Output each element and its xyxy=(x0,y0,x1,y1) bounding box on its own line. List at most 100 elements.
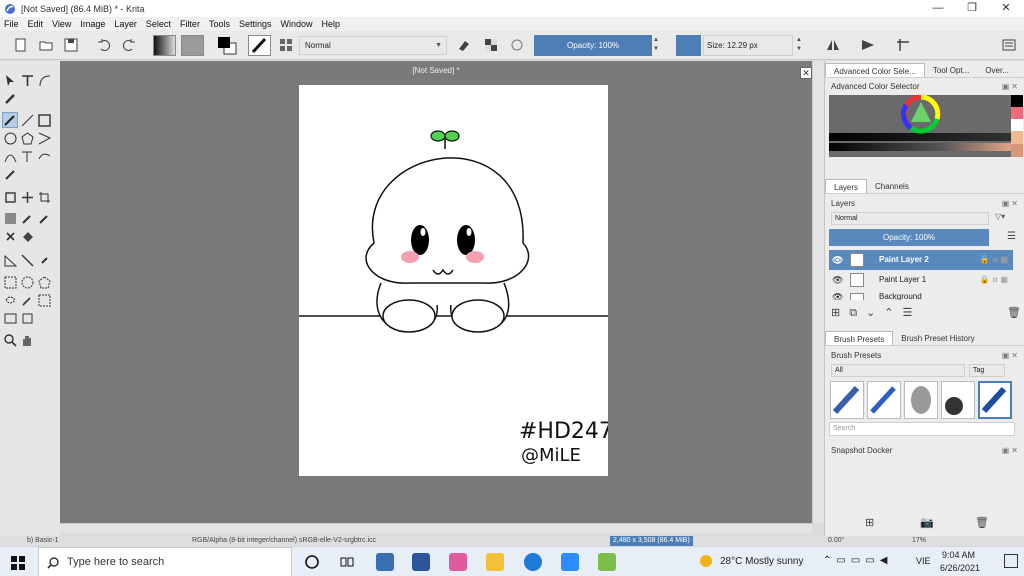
zalo-app-icon[interactable] xyxy=(524,553,542,571)
camera-app-icon[interactable] xyxy=(376,553,394,571)
minimize-icon[interactable]: — xyxy=(921,0,955,17)
layer-flags-icon[interactable]: 🔒α▦ xyxy=(980,270,1011,290)
measure-tool-icon[interactable] xyxy=(4,254,17,267)
menu-edit[interactable]: Edit xyxy=(28,19,44,29)
tab-advanced-color-selector[interactable]: Advanced Color Sele... xyxy=(825,63,925,77)
add-layer-icon[interactable]: ⊞ xyxy=(831,307,849,319)
krita-taskbar-icon[interactable] xyxy=(449,553,467,571)
brush-preset-icon[interactable] xyxy=(248,35,271,56)
file-explorer-icon[interactable] xyxy=(486,553,504,571)
eraser-icon[interactable] xyxy=(456,38,470,52)
polygon-select-icon[interactable] xyxy=(38,276,51,289)
visibility-eye-icon[interactable]: 👁 xyxy=(832,250,843,270)
size-slider[interactable]: Size: 12.29 px xyxy=(703,35,793,56)
gradient-tool-icon[interactable] xyxy=(4,212,17,225)
close-icon[interactable]: ✕ xyxy=(989,0,1023,17)
snapshot-float-close-icon[interactable]: ▣✕ xyxy=(1002,446,1020,455)
layer-opacity-slider[interactable]: Opacity: 100% xyxy=(829,229,989,246)
bezier-select-icon[interactable] xyxy=(4,312,17,325)
delete-layer-icon[interactable]: 🗑 xyxy=(1007,306,1021,319)
tab-layers[interactable]: Layers xyxy=(825,179,868,193)
transform-tool-icon[interactable] xyxy=(38,191,51,204)
select-shapes-icon[interactable] xyxy=(4,74,17,87)
cortana-icon[interactable] xyxy=(305,555,319,569)
tab-channels[interactable]: Channels xyxy=(867,179,917,193)
fill-tool-icon[interactable] xyxy=(4,230,17,243)
menu-image[interactable]: Image xyxy=(80,19,105,29)
polygon-tool-icon[interactable] xyxy=(21,132,34,145)
save-icon[interactable] xyxy=(64,38,78,52)
advanced-color-selector[interactable] xyxy=(829,94,1015,157)
tab-tool-options[interactable]: Tool Opt... xyxy=(925,63,977,77)
color-wheel[interactable] xyxy=(829,94,1015,157)
new-document-icon[interactable] xyxy=(14,38,28,52)
opacity-slider[interactable]: Opacity: 100% xyxy=(534,35,652,56)
bucket-fill-icon[interactable] xyxy=(21,230,34,243)
taskbar-search-input[interactable]: Type here to search xyxy=(38,547,292,576)
redo-icon[interactable] xyxy=(122,38,136,52)
move-tool-icon[interactable] xyxy=(21,191,34,204)
move-up-icon[interactable]: ⌃ xyxy=(884,307,902,319)
rect-select-icon[interactable] xyxy=(4,276,17,289)
zoom-app-icon[interactable] xyxy=(561,553,579,571)
freehand-path-icon[interactable] xyxy=(21,150,34,163)
freehand-brush-tool[interactable] xyxy=(2,112,18,128)
open-folder-icon[interactable] xyxy=(39,38,53,52)
document-tab-title[interactable]: [Not Saved] * xyxy=(60,66,812,75)
undo-icon[interactable] xyxy=(97,38,111,52)
blend-mode-select[interactable]: Normal ▼ xyxy=(299,36,447,55)
brush-preset-smudge[interactable] xyxy=(904,381,938,419)
brush-preset-ink[interactable] xyxy=(941,381,975,419)
vertical-scrollbar[interactable] xyxy=(812,61,824,523)
reload-preset-icon[interactable] xyxy=(510,38,524,52)
zoom-tool-icon[interactable] xyxy=(4,334,17,347)
ellipse-tool-icon[interactable] xyxy=(4,132,17,145)
paint-app-icon[interactable] xyxy=(598,553,616,571)
menu-select[interactable]: Select xyxy=(146,19,171,29)
mirror-horizontal-icon[interactable] xyxy=(826,38,840,52)
add-snapshot-icon[interactable]: ⊞ xyxy=(865,516,874,529)
clock-time[interactable]: 9:04 AM xyxy=(942,550,975,560)
layer-row[interactable]: 👁 Paint Layer 1 🔒α▦ xyxy=(829,270,1013,290)
brush-preset-basic[interactable] xyxy=(978,381,1012,419)
notification-icon[interactable] xyxy=(1004,554,1018,568)
language-indicator[interactable]: VIE xyxy=(916,556,931,566)
duplicate-layer-icon[interactable]: ⧉ xyxy=(849,307,866,319)
menu-settings[interactable]: Settings xyxy=(239,19,272,29)
alpha-lock-icon[interactable] xyxy=(484,38,498,52)
polyline-tool-icon[interactable] xyxy=(38,132,51,145)
hamburger-menu-icon[interactable] xyxy=(1002,38,1016,52)
pan-tool-icon[interactable] xyxy=(21,334,34,347)
layer-blend-select[interactable]: Normal xyxy=(831,212,989,225)
magic-wand-icon[interactable] xyxy=(21,294,34,307)
crop-tool-icon[interactable] xyxy=(4,191,17,204)
presets-filter-select[interactable]: All xyxy=(831,364,965,377)
text-tool-icon[interactable] xyxy=(21,74,34,87)
rectangle-tool-icon[interactable] xyxy=(38,114,51,127)
brush-preset-pencil[interactable] xyxy=(867,381,901,419)
docker-float-close-icon[interactable]: ▣✕ xyxy=(1002,82,1020,91)
opacity-spin-icon[interactable]: ▲ ▼ xyxy=(653,36,659,54)
camera-snapshot-icon[interactable]: 📷 xyxy=(920,516,934,529)
line-tool-icon[interactable] xyxy=(21,114,34,127)
pattern-picker[interactable] xyxy=(181,35,204,56)
assistant-tool-icon[interactable] xyxy=(21,254,34,267)
foreground-background-color-icon[interactable] xyxy=(217,36,237,55)
menu-filter[interactable]: Filter xyxy=(180,19,200,29)
tag-button[interactable]: Tag xyxy=(969,364,1005,377)
tab-overview[interactable]: Over... xyxy=(977,63,1017,77)
layers-float-close-icon[interactable]: ▣✕ xyxy=(1002,199,1020,208)
menu-layer[interactable]: Layer xyxy=(114,19,137,29)
brush-float-close-icon[interactable]: ▣✕ xyxy=(1002,351,1020,360)
multibrush-icon[interactable] xyxy=(4,168,17,181)
tab-brush-presets[interactable]: Brush Presets xyxy=(825,331,894,345)
tab-brush-preset-history[interactable]: Brush Preset History xyxy=(893,331,982,345)
windows-start-icon[interactable] xyxy=(11,556,25,570)
layer-row[interactable]: 👁 Paint Layer 2 🔒α▦ xyxy=(829,250,1013,270)
mirror-vertical-icon[interactable] xyxy=(861,38,875,52)
size-spin-icon[interactable]: ▲ ▼ xyxy=(796,36,802,54)
close-document-icon[interactable]: ✕ xyxy=(800,67,812,79)
layer-properties-icon[interactable]: ☰ xyxy=(903,307,922,319)
wrap-around-icon[interactable] xyxy=(896,38,910,52)
clock-date[interactable]: 6/26/2021 xyxy=(940,563,980,573)
